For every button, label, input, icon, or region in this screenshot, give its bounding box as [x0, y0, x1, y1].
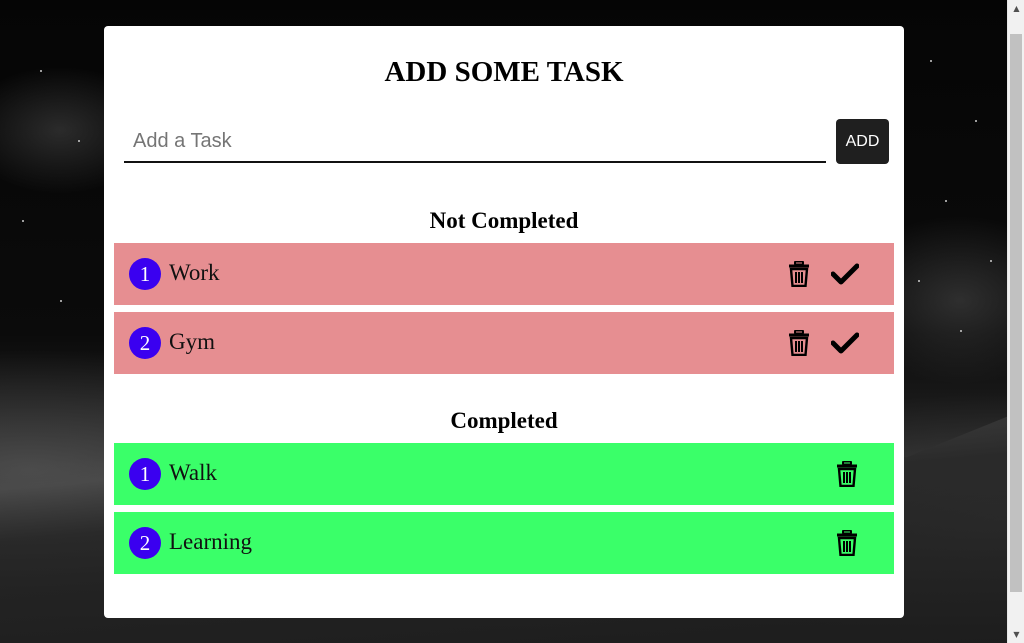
page-scrollbar[interactable]: ▲ ▼ — [1007, 0, 1024, 643]
todo-card: ADD SOME TASK ADD Not Completed 1 Work — [104, 26, 904, 618]
trash-icon[interactable] — [834, 529, 860, 557]
task-row: 2 Gym — [114, 312, 894, 374]
not-completed-list: 1 Work 2 Gym — [114, 243, 894, 381]
checkmark-icon[interactable] — [830, 329, 860, 357]
task-label: Work — [169, 260, 220, 285]
task-number-badge: 2 — [129, 327, 161, 359]
task-row: 1 Work — [114, 243, 894, 305]
task-number-badge: 1 — [129, 458, 161, 490]
completed-list: 1 Walk 2 Learning — [114, 443, 894, 581]
task-input[interactable] — [124, 121, 826, 163]
trash-icon[interactable] — [834, 460, 860, 488]
not-completed-heading: Not Completed — [429, 208, 579, 233]
task-row: 2 Learning — [114, 512, 894, 574]
trash-icon[interactable] — [786, 329, 812, 357]
task-number-badge: 1 — [129, 258, 161, 290]
task-label: Walk — [169, 460, 217, 485]
checkmark-icon[interactable] — [830, 260, 860, 288]
task-label: Gym — [169, 329, 215, 354]
completed-heading: Completed — [450, 408, 558, 433]
task-row: 1 Walk — [114, 443, 894, 505]
scrollbar-thumb[interactable] — [1010, 34, 1022, 592]
task-label: Learning — [169, 529, 253, 554]
add-task-button[interactable]: ADD — [836, 119, 889, 164]
scroll-up-arrow-icon[interactable]: ▲ — [1008, 0, 1024, 17]
page-title: ADD SOME TASK — [384, 56, 624, 88]
trash-icon[interactable] — [786, 260, 812, 288]
task-number-badge: 2 — [129, 527, 161, 559]
scroll-down-arrow-icon[interactable]: ▼ — [1008, 626, 1024, 643]
